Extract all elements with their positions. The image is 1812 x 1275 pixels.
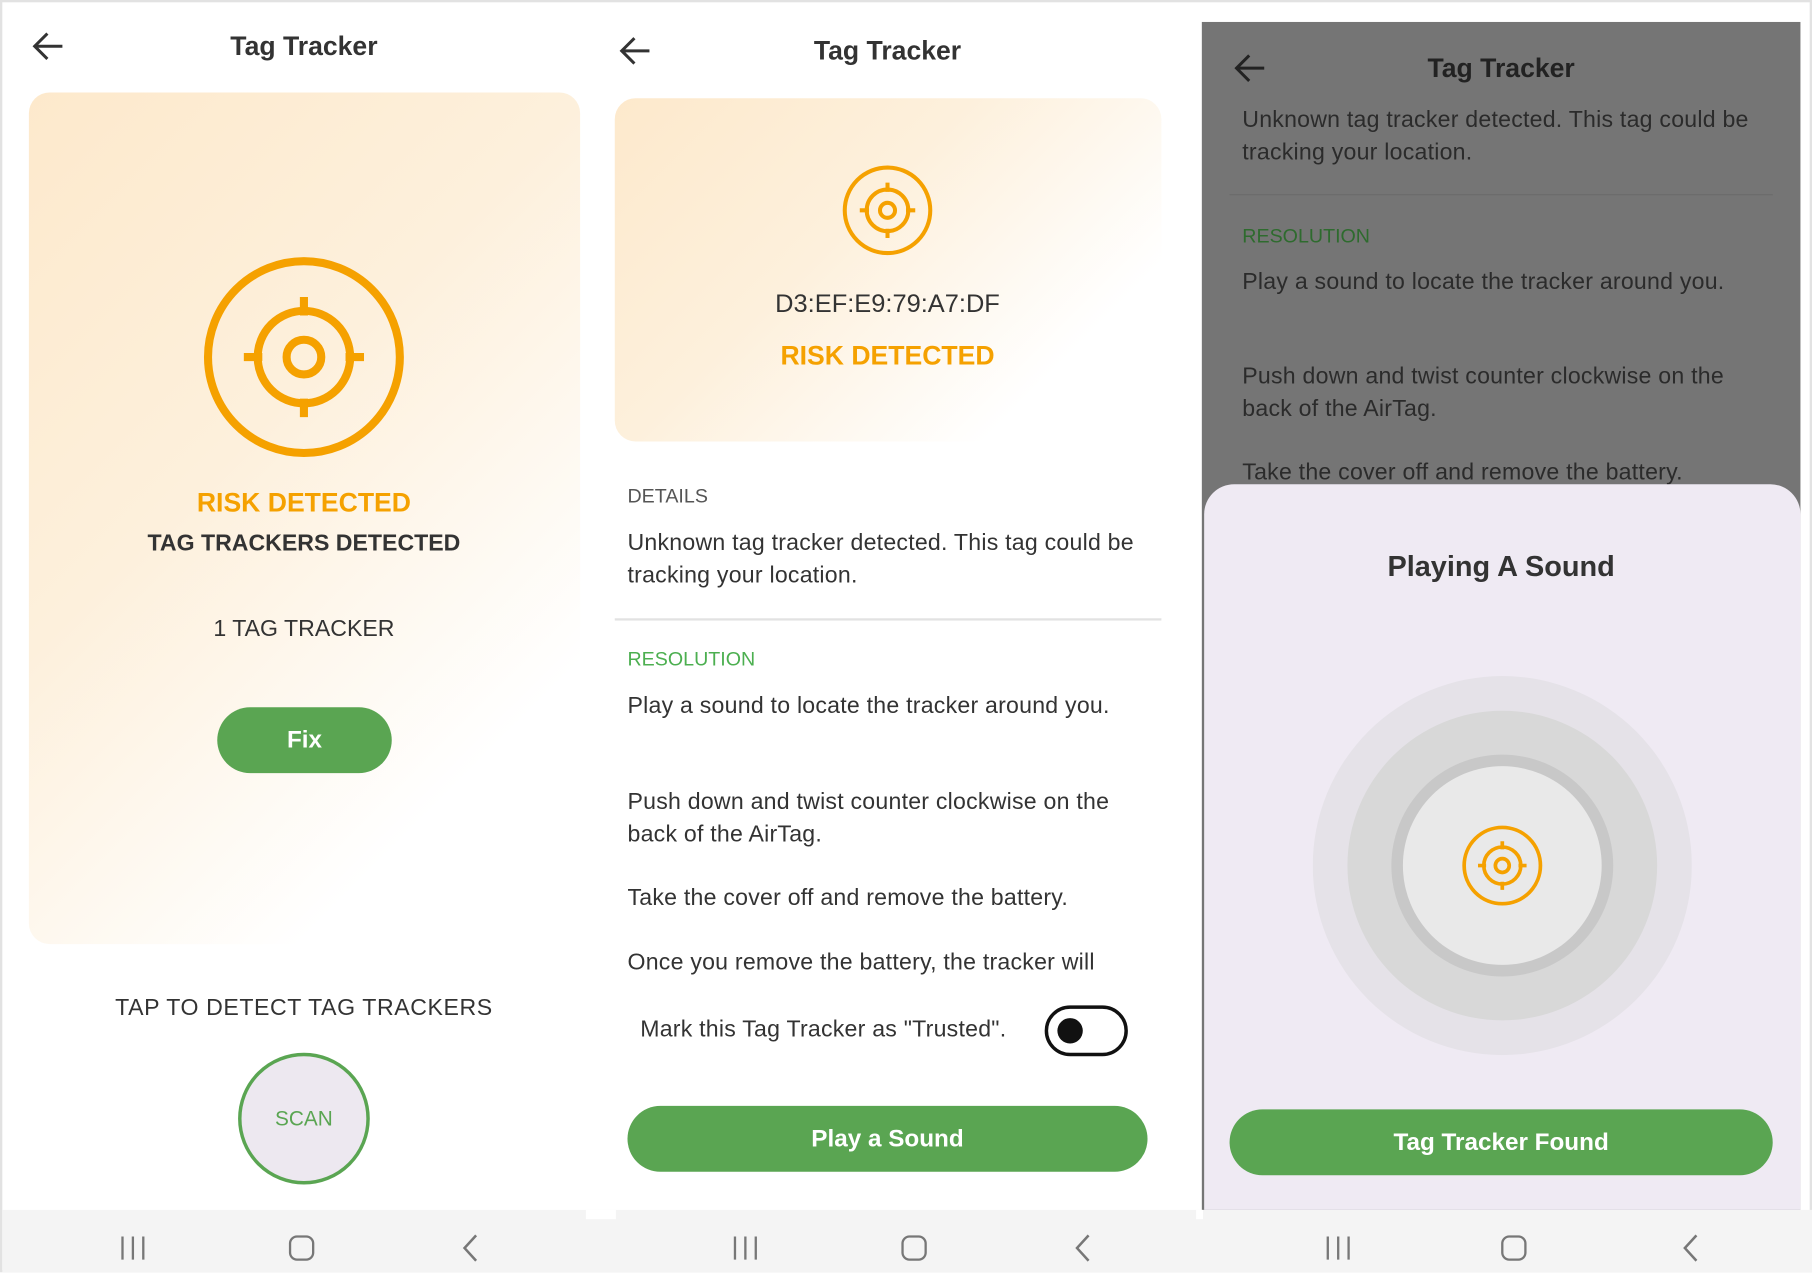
scan-button[interactable]: SCAN — [238, 1052, 370, 1185]
recent-apps-icon[interactable] — [1324, 1234, 1352, 1268]
back-arrow-icon[interactable] — [619, 36, 651, 66]
status-subtitle: TAG TRACKERS DETECTED — [147, 531, 461, 557]
resolution-step: Push down and twist counter clockwise on… — [627, 789, 1110, 848]
details-text: Unknown tag tracker detected. This tag c… — [1242, 107, 1749, 166]
tag-tracker-found-button[interactable]: Tag Tracker Found — [1229, 1109, 1773, 1176]
resolution-heading: RESOLUTION — [627, 648, 756, 671]
target-icon — [203, 257, 404, 458]
scan-prompt: TAP TO DETECT TAG TRACKERS — [115, 995, 493, 1021]
fix-button[interactable]: Fix — [217, 707, 392, 774]
details-heading: DETAILS — [627, 485, 708, 508]
screenshot-composite: Tag Tracker RISK DETECTED TAG TRACKERS D… — [0, 0, 1812, 1275]
resolution-step: Once you remove the battery, the tracker… — [627, 949, 1095, 976]
play-sound-button[interactable]: Play a Sound — [627, 1105, 1148, 1172]
risk-label: RISK DETECTED — [196, 487, 411, 518]
device-id: D3:EF:E9:79:A7:DF — [775, 288, 1000, 318]
page-title: Tag Tracker — [813, 35, 962, 66]
back-icon[interactable] — [458, 1234, 486, 1268]
recent-apps-icon[interactable] — [732, 1234, 760, 1268]
back-arrow-icon[interactable] — [32, 31, 64, 61]
back-arrow-icon — [1234, 54, 1265, 82]
trusted-toggle[interactable] — [1044, 1005, 1128, 1057]
resolution-step: Push down and twist counter clockwise on… — [1242, 364, 1724, 422]
resolution-step: Take the cover off and remove the batter… — [627, 885, 1069, 911]
back-icon[interactable] — [1678, 1234, 1706, 1268]
resolution-heading: RESOLUTION — [1242, 225, 1371, 248]
divider — [614, 618, 1162, 621]
trusted-row: Mark this Tag Tracker as "Trusted". — [591, 984, 1202, 1087]
toggle-knob — [1057, 1018, 1083, 1044]
screen-home: Tag Tracker RISK DETECTED TAG TRACKERS D… — [2, 2, 591, 1274]
trusted-label: Mark this Tag Tracker as "Trusted". — [640, 1016, 1007, 1043]
recent-apps-icon[interactable] — [119, 1234, 147, 1268]
panel-gap — [1196, 1209, 1203, 1220]
page-title: Tag Tracker — [230, 30, 378, 61]
panel-gap — [585, 1209, 616, 1220]
home-icon[interactable] — [1500, 1234, 1528, 1268]
page-title: Tag Tracker — [1427, 52, 1575, 83]
screen-playing-sound: Tag Tracker Unknown tag tracker detected… — [1201, 21, 1801, 1275]
sound-pulse-icon — [1312, 676, 1692, 1056]
device-card — [614, 98, 1162, 442]
sheet-title: Playing A Sound — [1387, 550, 1615, 584]
bottom-sheet: Playing A Sound Tag Tracker Found — [1204, 484, 1801, 1210]
resolution-step: Play a sound to locate the tracker aroun… — [1242, 269, 1725, 295]
target-icon — [842, 165, 933, 256]
screen-details: Tag Tracker D3:EF:E9:79:A7:DF RISK DETEC… — [591, 2, 1202, 1274]
back-icon[interactable] — [1070, 1234, 1098, 1268]
divider — [1229, 194, 1773, 196]
tracker-count: 1 TAG TRACKER — [213, 616, 395, 642]
home-icon[interactable] — [900, 1234, 928, 1268]
home-icon[interactable] — [288, 1234, 316, 1268]
resolution-step: Play a sound to locate the tracker aroun… — [627, 693, 1110, 719]
risk-label: RISK DETECTED — [780, 340, 995, 371]
details-text: Unknown tag tracker detected. This tag c… — [627, 530, 1134, 589]
